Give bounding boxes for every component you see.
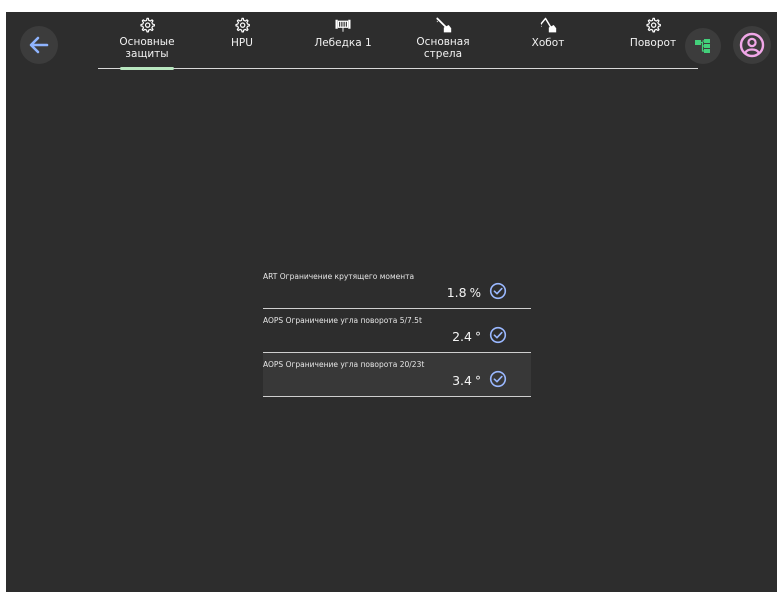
tab-label: Хобот (531, 37, 565, 49)
protection-label: ART Ограничение крутящего момента (263, 272, 415, 281)
tab-label: HPU (231, 37, 253, 49)
tab-label: Лебедка 1 (314, 37, 372, 49)
back-button[interactable] (20, 26, 58, 64)
active-tab-indicator (120, 67, 174, 70)
gear-icon (139, 15, 155, 35)
protection-value: 3.4 ° (452, 373, 481, 388)
winch-icon (334, 15, 352, 35)
protection-row-aops-20: AOPS Ограничение угла поворота 20/23t 3.… (263, 353, 531, 397)
check-circle-icon (489, 370, 507, 388)
protection-label: AOPS Ограничение угла поворота 20/23t (263, 360, 425, 369)
top-navigation-bar: Основные защиты HPU Лебедка 1 Основная с… (6, 12, 777, 78)
protection-label: AOPS Ограничение угла поворота 5/7.5t (263, 316, 422, 325)
protection-value: 2.4 ° (452, 329, 481, 344)
jib-icon (538, 15, 558, 35)
tab-label: Основные защиты (119, 36, 175, 60)
tab-winch-1[interactable]: Лебедка 1 (308, 12, 378, 68)
tree-structure-icon (695, 39, 710, 53)
tree-view-button[interactable] (685, 28, 721, 64)
tab-label: Основная стрела (416, 36, 470, 60)
protections-list: ART Ограничение крутящего момента 1.8% A… (263, 265, 531, 397)
user-circle-icon (739, 32, 765, 58)
protection-row-aops-5: AOPS Ограничение угла поворота 5/7.5t 2.… (263, 309, 531, 353)
tab-hpu[interactable]: HPU (222, 12, 262, 68)
check-circle-icon (489, 282, 507, 300)
gear-icon (645, 15, 661, 35)
check-circle-icon (489, 326, 507, 344)
protection-value: 1.8% (446, 285, 481, 300)
protection-row-art: ART Ограничение крутящего момента 1.8% (263, 265, 531, 309)
gear-icon (234, 15, 250, 35)
tab-slewing[interactable]: Поворот (618, 12, 688, 68)
user-profile-button[interactable] (733, 26, 771, 64)
section-tabs: Основные защиты HPU Лебедка 1 Основная с… (98, 12, 698, 70)
tab-main-protections[interactable]: Основные защиты (114, 12, 180, 70)
tab-main-boom[interactable]: Основная стрела (408, 12, 478, 68)
crane-boom-icon (433, 15, 453, 35)
main-screen: Основные защиты HPU Лебедка 1 Основная с… (6, 12, 777, 592)
tab-jib[interactable]: Хобот (518, 12, 578, 68)
tab-label: Поворот (629, 37, 677, 49)
arrow-left-icon (29, 36, 49, 54)
